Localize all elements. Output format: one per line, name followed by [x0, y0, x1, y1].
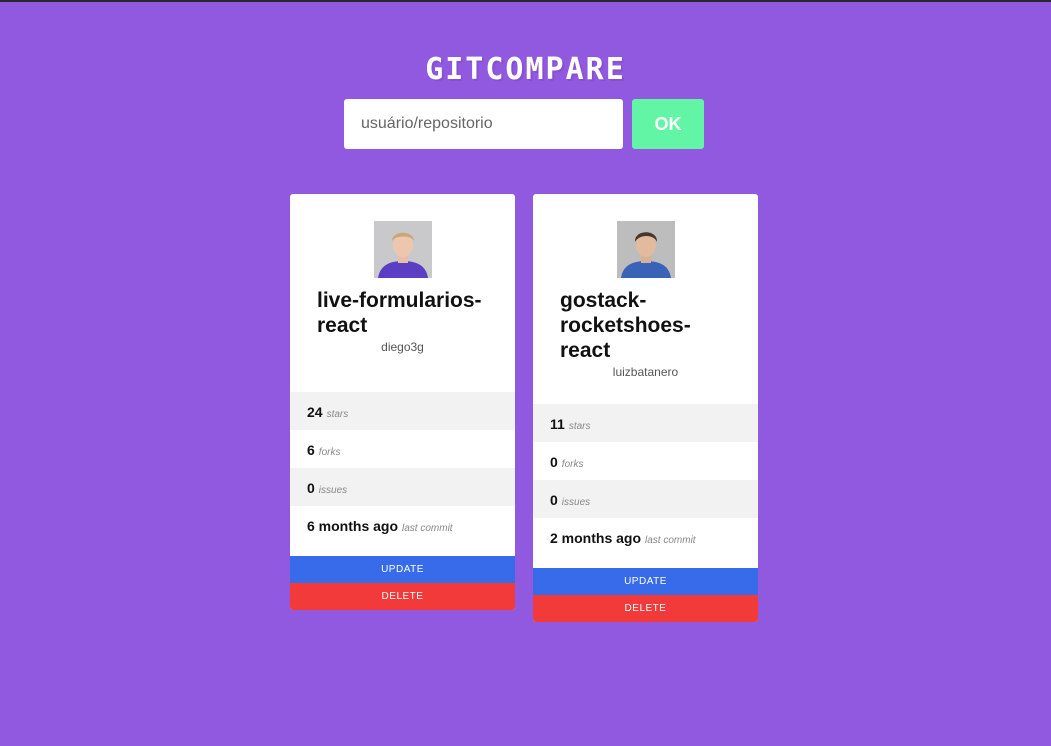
avatar: [373, 221, 432, 278]
delete-button[interactable]: DELETE: [290, 583, 515, 610]
stat-label: last commit: [645, 535, 696, 546]
repository-card: gostack-rocketshoes-react luizbatanero 1…: [533, 194, 758, 622]
stat-label: last commit: [402, 523, 453, 534]
stat-forks: 6 forks: [290, 430, 515, 468]
stat-value: 2 months ago: [550, 530, 642, 546]
stat-issues: 0 issues: [290, 468, 515, 506]
stat-value: 0: [550, 492, 558, 508]
avatar: [616, 221, 675, 278]
stat-forks: 0 forks: [533, 442, 758, 480]
stat-label: issues: [561, 497, 591, 508]
repository-owner: diego3g: [381, 340, 424, 354]
delete-button[interactable]: DELETE: [533, 595, 758, 622]
stat-stars: 11 stars: [533, 404, 758, 442]
repository-name: gostack-rocketshoes-react: [560, 289, 691, 362]
stat-stars: 24 stars: [290, 392, 515, 430]
stat-value: 0: [307, 480, 315, 496]
update-button[interactable]: UPDATE: [533, 568, 758, 595]
app-logo: GITCOMPARE: [425, 52, 626, 87]
stat-label: forks: [318, 447, 341, 458]
ok-button[interactable]: OK: [632, 99, 704, 149]
stat-value: 0: [550, 454, 558, 470]
search-form: OK: [344, 99, 704, 149]
stat-last-commit: 2 months ago last commit: [533, 518, 758, 568]
stat-label: stars: [568, 421, 591, 432]
stat-value: 11: [550, 416, 565, 432]
stat-issues: 0 issues: [533, 480, 758, 518]
repository-card: live-formularios-react diego3g 24 stars …: [290, 194, 515, 610]
update-button[interactable]: UPDATE: [290, 556, 515, 583]
stat-label: issues: [318, 485, 348, 496]
stat-label: stars: [326, 409, 349, 420]
stat-value: 6 months ago: [307, 518, 399, 534]
card-header: gostack-rocketshoes-react luizbatanero: [533, 194, 758, 404]
stat-last-commit: 6 months ago last commit: [290, 506, 515, 556]
stat-label: forks: [561, 459, 584, 470]
repository-input[interactable]: [344, 99, 623, 149]
stat-value: 6: [307, 442, 315, 458]
repository-owner: luizbatanero: [612, 365, 679, 379]
repository-name: live-formularios-react: [317, 289, 482, 337]
card-header: live-formularios-react diego3g: [290, 194, 515, 392]
stat-value: 24: [307, 404, 323, 420]
repository-list: live-formularios-react diego3g 24 stars …: [290, 194, 758, 622]
